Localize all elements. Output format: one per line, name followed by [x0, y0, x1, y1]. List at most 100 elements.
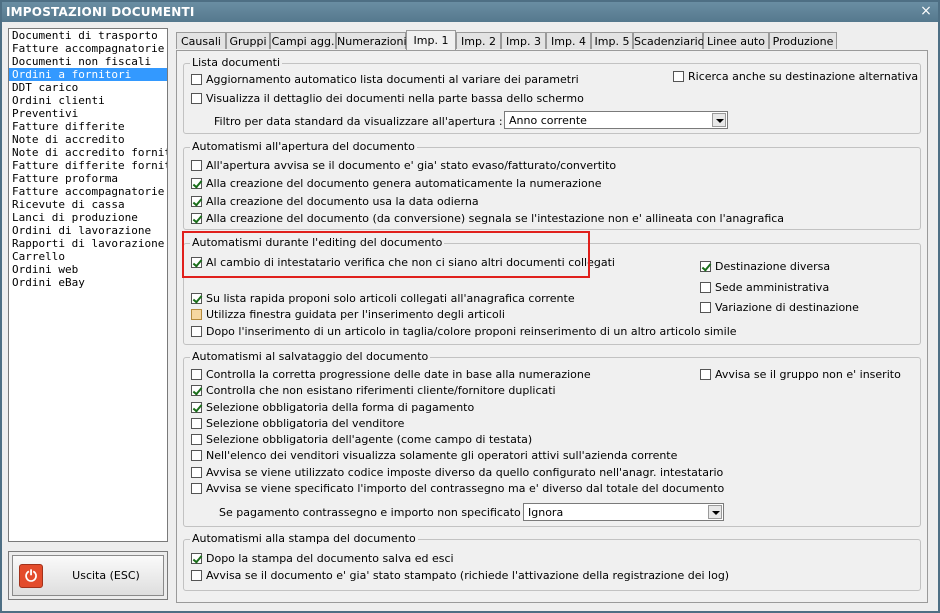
group-title: Automatismi al salvataggio del documento — [190, 350, 431, 363]
window-title: IMPOSTAZIONI DOCUMENTI — [6, 5, 195, 19]
group-stampa: Automatismi alla stampa del documento Do… — [183, 532, 921, 591]
group-lista-documenti: Lista documenti Aggiornamento automatico… — [183, 56, 921, 134]
list-item[interactable]: Ordini di lavorazione — [9, 224, 167, 237]
list-item[interactable]: Rapporti di lavorazione — [9, 237, 167, 250]
exit-button[interactable]: ⏻ Uscita (ESC) — [12, 555, 164, 596]
checkbox-label: Avvisa se il gruppo non e' inserito — [715, 368, 901, 381]
checkbox-label: Alla creazione del documento genera auto… — [206, 177, 602, 190]
list-item[interactable]: Documenti non fiscali — [9, 55, 167, 68]
group-title: Lista documenti — [190, 56, 283, 69]
pagamento-contrassegno-select[interactable]: Ignora — [523, 503, 724, 521]
select-value: Ignora — [528, 506, 564, 519]
checkbox-label: All'apertura avvisa se il documento e' g… — [206, 159, 617, 172]
chevron-down-icon — [712, 113, 726, 127]
list-item[interactable]: Ricevute di cassa — [9, 198, 167, 211]
list-item[interactable]: DDT carico — [9, 81, 167, 94]
exit-frame: ⏻ Uscita (ESC) — [8, 551, 168, 600]
tab-imp-1[interactable]: Imp. 1 — [406, 30, 456, 51]
checkbox-box — [191, 434, 202, 445]
tab-causali[interactable]: Causali — [176, 32, 226, 49]
checkbox-box — [191, 160, 202, 171]
checkbox-label: Su lista rapida proponi solo articoli co… — [206, 292, 575, 305]
checkbox-box — [191, 369, 202, 380]
list-item[interactable]: Ordini a fornitori — [9, 68, 167, 81]
checkbox-box — [191, 418, 202, 429]
list-item[interactable]: Carrello — [9, 250, 167, 263]
checkbox-box — [191, 309, 202, 320]
tab-produzione[interactable]: Produzione — [769, 32, 837, 49]
title-bar: IMPOSTAZIONI DOCUMENTI × — [2, 2, 938, 22]
checkbox-label: Nell'elenco dei venditori visualizza sol… — [206, 449, 678, 462]
checkbox-box — [191, 213, 202, 224]
checkbox-label: Utilizza finestra guidata per l'inserime… — [206, 308, 505, 321]
filtro-data-select[interactable]: Anno corrente — [504, 111, 728, 129]
group-title: Automatismi durante l'editing del docume… — [190, 236, 445, 249]
select-value: Anno corrente — [509, 114, 587, 127]
checkbox-label: Selezione obbligatoria del venditore — [206, 417, 405, 430]
checkbox-label: Dopo l'inserimento di un articolo in tag… — [206, 325, 737, 338]
tab-scadenziario[interactable]: Scadenziario — [633, 32, 704, 49]
list-item[interactable]: Fatture differite fornitori — [9, 159, 167, 172]
list-item[interactable]: Ordini clienti — [9, 94, 167, 107]
checkbox-box — [191, 385, 202, 396]
pagamento-label: Se pagamento contrassegno e importo non … — [219, 506, 528, 519]
checkbox-label: Controlla che non esistano riferimenti c… — [206, 384, 556, 397]
tab-imp-2[interactable]: Imp. 2 — [456, 32, 501, 49]
document-type-list[interactable]: Documenti di trasporto Fatture accompagna… — [8, 28, 168, 542]
checkbox-box — [191, 402, 202, 413]
checkbox-label: Alla creazione del documento usa la data… — [206, 195, 479, 208]
list-item[interactable]: Lanci di produzione — [9, 211, 167, 224]
group-title: Automatismi all'apertura del documento — [190, 140, 417, 153]
chevron-down-icon — [708, 505, 722, 519]
group-title: Automatismi alla stampa del documento — [190, 532, 418, 545]
checkbox-box — [191, 553, 202, 564]
tab-linee-auto[interactable]: Linee auto — [703, 32, 769, 49]
checkbox-box — [191, 93, 202, 104]
list-item[interactable]: Note di accredito — [9, 133, 167, 146]
tab-panel-imp1: Lista documenti Aggiornamento automatico… — [176, 50, 928, 603]
tab-gruppi[interactable]: Gruppi — [226, 32, 270, 49]
checkbox-label: Alla creazione del documento (da convers… — [206, 212, 785, 225]
checkbox-label: Selezione obbligatoria dell'agente (come… — [206, 433, 533, 446]
checkbox-label: Dopo la stampa del documento salva ed es… — [206, 552, 454, 565]
tab-campi-agg[interactable]: Campi agg. — [270, 32, 336, 49]
list-item[interactable]: Note di accredito fornitori — [9, 146, 167, 159]
tab-imp-4[interactable]: Imp. 4 — [546, 32, 591, 49]
tab-numerazioni[interactable]: Numerazioni — [336, 32, 407, 49]
checkbox-label: Avvisa se viene utilizzato codice impost… — [206, 466, 724, 479]
list-item[interactable]: Ordini web — [9, 263, 167, 276]
checkbox-box — [673, 71, 684, 82]
group-salvataggio: Automatismi al salvataggio del documento… — [183, 350, 921, 527]
checkbox-box — [700, 282, 711, 293]
list-item[interactable]: Ordini eBay — [9, 276, 167, 289]
checkbox-label: Al cambio di intestatario verifica che n… — [206, 256, 615, 269]
checkbox-box — [700, 261, 711, 272]
group-apertura: Automatismi all'apertura del documento A… — [183, 140, 921, 230]
power-icon: ⏻ — [19, 564, 43, 588]
list-item[interactable]: Documenti di trasporto — [9, 29, 167, 42]
list-item[interactable]: Preventivi — [9, 107, 167, 120]
tab-imp-3[interactable]: Imp. 3 — [501, 32, 546, 49]
checkbox-box — [191, 450, 202, 461]
list-item[interactable]: Fatture accompagnatorie fo — [9, 185, 167, 198]
checkbox-box — [191, 570, 202, 581]
close-icon[interactable]: × — [918, 4, 934, 19]
checkbox-label: Variazione di destinazione — [715, 301, 859, 314]
checkbox-label: Aggiornamento automatico lista documenti… — [206, 73, 579, 86]
exit-button-label: Uscita (ESC) — [72, 569, 140, 582]
checkbox-label: Controlla la corretta progressione delle… — [206, 368, 591, 381]
checkbox-box — [191, 178, 202, 189]
group-editing: Automatismi durante l'editing del docume… — [183, 236, 921, 345]
filtro-label: Filtro per data standard da visualizzare… — [214, 115, 503, 128]
checkbox-label: Avvisa se viene specificato l'importo de… — [206, 482, 725, 495]
tab-imp-5[interactable]: Imp. 5 — [591, 32, 633, 49]
list-item[interactable]: Fatture differite — [9, 120, 167, 133]
checkbox-label: Destinazione diversa — [715, 260, 831, 273]
settings-window: IMPOSTAZIONI DOCUMENTI × Documenti di tr… — [0, 0, 940, 613]
checkbox-label: Ricerca anche su destinazione alternativ… — [688, 70, 919, 83]
checkbox-box — [191, 483, 202, 494]
list-item[interactable]: Fatture accompagnatorie — [9, 42, 167, 55]
checkbox-box — [191, 196, 202, 207]
checkbox-box — [191, 467, 202, 478]
list-item[interactable]: Fatture proforma — [9, 172, 167, 185]
